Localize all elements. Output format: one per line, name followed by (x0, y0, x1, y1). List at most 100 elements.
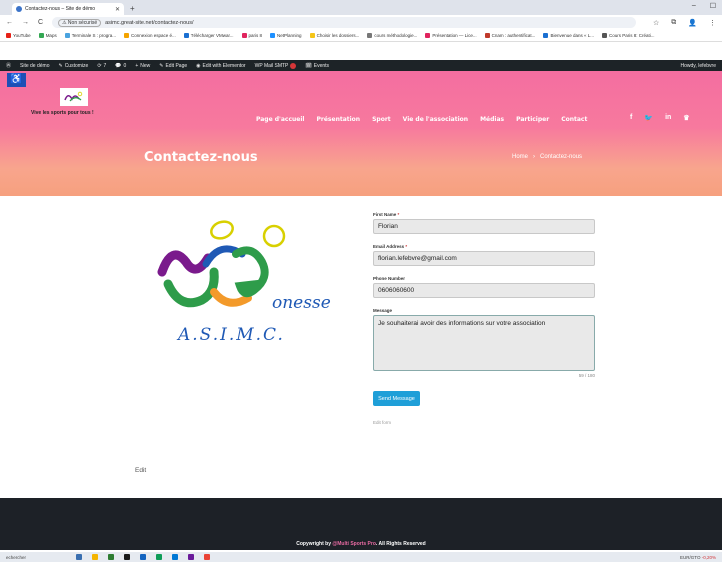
bookmark-label: NetPlanning (277, 33, 302, 38)
wp-events[interactable]: 🗓 Events (305, 63, 329, 69)
bookmark-item[interactable]: Bienvenue dans « L... (543, 33, 594, 38)
page-title: Contactez-nous (144, 150, 258, 165)
wp-comments[interactable]: 💬 0 (115, 63, 126, 69)
site-header (0, 71, 722, 196)
profile-icon[interactable]: 👤 (688, 19, 697, 27)
nav-item-medias[interactable]: Médias (480, 116, 504, 123)
bookmark-favicon-icon (270, 33, 276, 38)
bookmark-label: Présentation — Lice... (432, 33, 477, 38)
email-input[interactable]: florian.lefebvre@gmail.com (373, 251, 595, 266)
extensions-icon[interactable]: ⧉ (671, 19, 676, 27)
accessibility-icon[interactable]: ♿ (7, 73, 26, 87)
security-badge[interactable]: ⚠ Non sécurisé (58, 18, 102, 27)
ticker-widget[interactable]: EUR/GTO -0,20% (680, 555, 716, 560)
message-field: Message Je souhaiterai avoir des informa… (373, 308, 595, 378)
wp-site-name[interactable]: Site de démo (20, 63, 49, 69)
wp-new-label: New (140, 62, 151, 69)
menu-icon[interactable]: ⋮ (709, 19, 716, 27)
site-logo-icon (64, 91, 83, 102)
wp-edit-page[interactable]: ✎ Edit Page (159, 63, 187, 69)
wp-events-label: Events (313, 62, 330, 69)
wp-edit-elementor[interactable]: ◉ Edit with Elementor (196, 63, 245, 69)
bookmark-item[interactable]: YouTube (6, 33, 31, 38)
breadcrumb-home[interactable]: Home (512, 154, 528, 160)
first-name-label-text: First Name (373, 212, 397, 217)
twitter-icon[interactable]: 🐦 (644, 114, 653, 122)
edit-link[interactable]: Edit (135, 467, 146, 474)
taskbar-app-icon[interactable] (140, 554, 146, 560)
bookmark-item[interactable]: paris 8 (241, 33, 262, 38)
maximize-button[interactable]: ☐ (710, 2, 716, 10)
taskbar-app-icon[interactable] (188, 554, 194, 560)
taskbar-app-icon[interactable] (124, 554, 130, 560)
email-label-text: Email Address (373, 244, 405, 249)
bookmark-label: Bienvenue dans « L... (550, 33, 594, 38)
site-logo[interactable] (60, 88, 88, 106)
bookmark-item[interactable]: Connexion espace é... (123, 33, 176, 38)
back-button[interactable]: ← (6, 19, 13, 26)
message-textarea[interactable]: Je souhaiterai avoir des informations su… (373, 315, 595, 371)
send-message-button[interactable]: Send Message (373, 391, 420, 406)
nav-item-sport[interactable]: Sport (372, 116, 391, 123)
phone-input[interactable]: 0606060600 (373, 283, 595, 298)
wp-new[interactable]: + New (135, 63, 150, 69)
bookmark-item[interactable]: NetPlanning (270, 33, 302, 38)
linkedin-icon[interactable]: in (665, 114, 671, 122)
bookmark-item[interactable]: cours méthodologie... (367, 33, 417, 38)
bookmark-favicon-icon (64, 33, 70, 38)
phone-label: Phone Number (373, 276, 406, 281)
bookmark-item[interactable]: Cnam : authentificat... (484, 33, 535, 38)
bookmark-item[interactable]: Télécharger VMwar... (183, 33, 234, 38)
wp-admin-bar: Ⓦ Site de démo ✎ Customize ⟳ 7 💬 0 + New… (0, 60, 722, 71)
bookmark-favicon-icon (183, 33, 189, 38)
bookmark-favicon-icon (38, 33, 44, 38)
copyright-suffix: . All Rights Reserved (375, 541, 426, 547)
forward-button[interactable]: → (22, 19, 29, 26)
taskbar-app-icon[interactable] (204, 554, 210, 560)
wp-mail-smtp[interactable]: WP Mail SMTP (254, 62, 297, 69)
nav-item-presentation[interactable]: Présentation (317, 116, 361, 123)
nav-item-contact[interactable]: Contact (561, 116, 587, 123)
nav-item-accueil[interactable]: Page d'accueil (256, 116, 305, 123)
bookmark-item[interactable]: Maps (38, 33, 57, 38)
bookmark-star-icon[interactable]: ☆ (653, 19, 659, 27)
bookmark-favicon-icon (484, 33, 490, 38)
bookmark-item[interactable]: Cours Paris 8: Créati... (601, 33, 655, 38)
first-name-input[interactable]: Florian (373, 219, 595, 234)
bookmark-favicon-icon (601, 33, 607, 38)
nav-item-vie-association[interactable]: Vie de l'association (403, 116, 468, 123)
wp-howdy[interactable]: Howdy, lefebvre (681, 63, 716, 69)
nav-item-participer[interactable]: Participer (516, 116, 549, 123)
bookmark-item[interactable]: Terminale S : progra... (64, 33, 116, 38)
taskbar-app-icon[interactable] (76, 554, 82, 560)
wp-logo-icon[interactable]: Ⓦ (6, 62, 11, 69)
facebook-icon[interactable]: f (630, 114, 632, 122)
reload-button[interactable]: C (38, 19, 43, 26)
wp-mail-smtp-label: WP Mail SMTP (254, 62, 289, 69)
taskbar-search[interactable]: echercher (6, 555, 66, 560)
browser-tab[interactable]: Contactez-nous – Site de démo ✕ (12, 3, 124, 15)
taskbar-app-icon[interactable] (92, 554, 98, 560)
bookmark-favicon-icon (6, 33, 11, 38)
new-tab-button[interactable]: + (130, 3, 135, 15)
bookmark-item[interactable]: Présentation — Lice... (425, 33, 477, 38)
url-input[interactable]: ⚠ Non sécurisé asimc.great-site.net/cont… (52, 17, 636, 28)
site-tagline: Vive les sports pour tous ! (31, 110, 94, 116)
main-nav: Page d'accueil Présentation Sport Vie de… (256, 116, 587, 123)
edit-form-link[interactable]: Edit form (373, 420, 595, 425)
bookmark-favicon-icon (309, 33, 315, 38)
first-name-label: First Name * (373, 212, 595, 217)
instagram-icon[interactable]: ♛ (683, 114, 689, 122)
first-name-field: First Name * Florian (373, 212, 595, 234)
wp-updates[interactable]: ⟳ 7 (97, 63, 106, 69)
tab-close-icon[interactable]: ✕ (115, 6, 120, 13)
wp-customize[interactable]: ✎ Customize (58, 63, 88, 69)
copyright-link[interactable]: @Multi Sports Pro (332, 541, 376, 547)
taskbar-app-icon[interactable] (172, 554, 178, 560)
taskbar-app-icon[interactable] (108, 554, 114, 560)
wp-edit-elementor-label: Edit with Elementor (202, 62, 246, 69)
taskbar-app-icon[interactable] (156, 554, 162, 560)
bookmark-item[interactable]: Choisir les dossiers... (309, 33, 359, 38)
minimize-button[interactable]: – (692, 2, 696, 10)
browser-actions: ☆ ⧉ 👤 ⋮ (653, 19, 716, 27)
